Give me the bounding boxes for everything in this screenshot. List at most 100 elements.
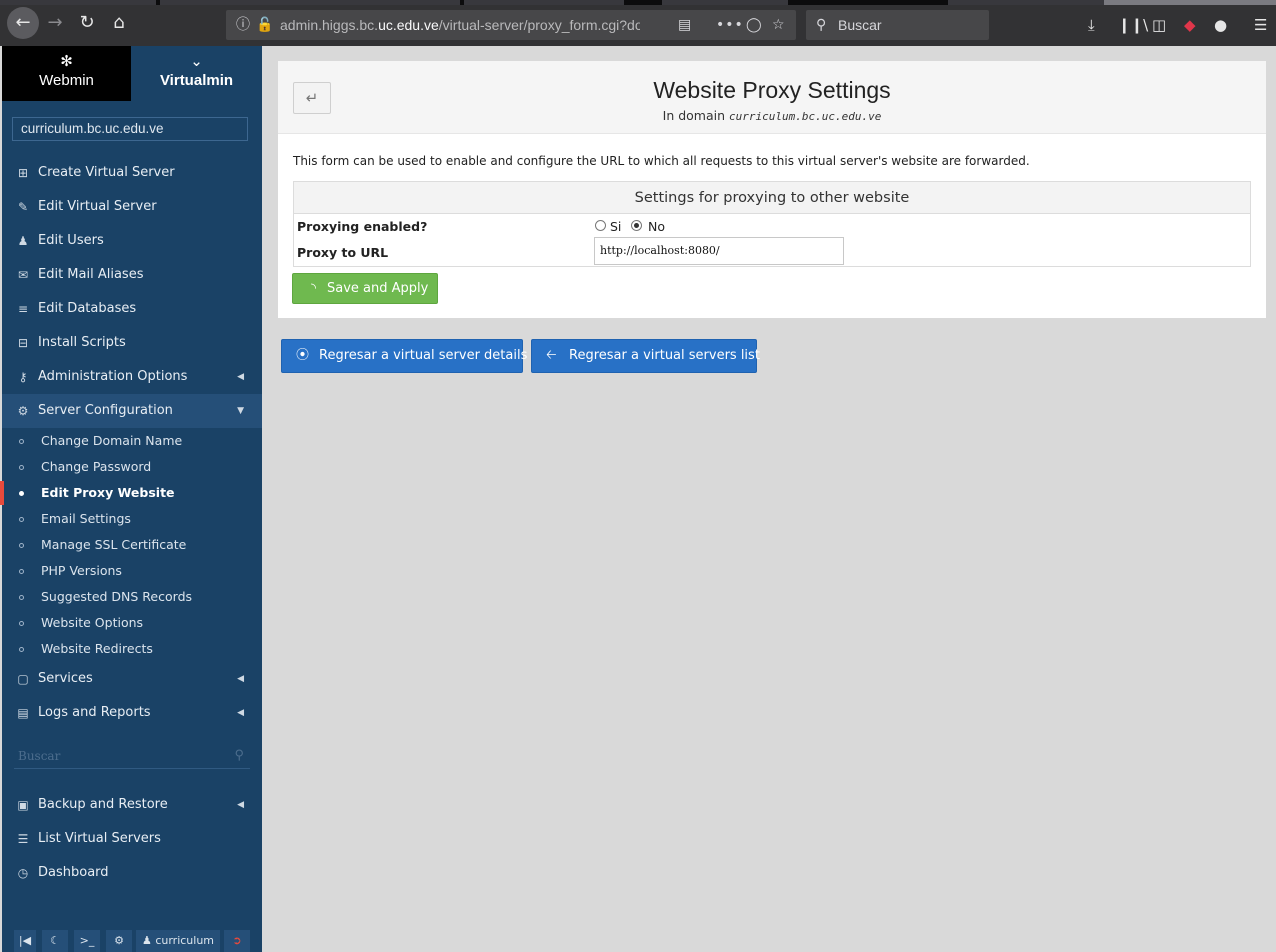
sidebar-subitem-email-settings[interactable]: Email Settings xyxy=(2,506,262,532)
tab-webmin[interactable]: ✻ Webmin xyxy=(2,46,131,101)
sidebar-item-label: Install Scripts xyxy=(38,335,126,350)
sidebar-subitem-change-password[interactable]: Change Password xyxy=(2,454,262,480)
forward-icon[interactable]: → xyxy=(42,10,68,36)
browser-tab[interactable] xyxy=(464,0,624,5)
shield-extension-icon[interactable]: ◆ xyxy=(1184,12,1196,38)
sidebar-item-dashboard[interactable]: ◷ Dashboard xyxy=(2,856,262,890)
save-and-apply-button[interactable]: ◝ Save and Apply xyxy=(292,273,438,304)
save-button-label: Save and Apply xyxy=(327,281,429,296)
proxy-enabled-no-radio[interactable] xyxy=(631,220,642,231)
sidebar-item-label: Administration Options xyxy=(38,369,188,384)
sidebar-search-placeholder: Buscar xyxy=(18,749,61,763)
sidebar-search-input[interactable]: Buscar ⚲ xyxy=(14,743,250,769)
tab-virtualmin[interactable]: ⌄ Virtualmin xyxy=(131,46,262,101)
terminal-icon[interactable]: >_ xyxy=(74,930,100,952)
proxy-url-label: Proxy to URL xyxy=(297,245,389,260)
return-details-label: Regresar a virtual server details xyxy=(319,348,528,363)
info-icon[interactable]: ⓘ xyxy=(236,10,250,40)
circle-arrow-left-icon: ⦿ xyxy=(296,348,310,363)
return-server-details-button[interactable]: ⦿ Regresar a virtual server details xyxy=(281,339,527,373)
subtitle-prefix: In domain xyxy=(662,108,726,123)
browser-tab-active[interactable] xyxy=(1104,0,1276,5)
page-header: ↵ Website Proxy Settings In domain curri… xyxy=(278,61,1266,134)
sidebar-footer: |◀ ☾ >_ ⚙ ♟ curriculum ➲ xyxy=(2,930,262,952)
sidebar-item-edit-databases[interactable]: ≡ Edit Databases xyxy=(2,292,262,326)
content-panel: ↵ Website Proxy Settings In domain curri… xyxy=(278,61,1266,318)
sidebar-subitem-label: Website Redirects xyxy=(41,641,153,656)
settings-icon[interactable]: ⚙ xyxy=(106,930,132,952)
more-actions-icon[interactable]: ••• xyxy=(716,10,744,40)
browser-tab[interactable] xyxy=(160,0,460,5)
edit-icon: ✎ xyxy=(17,200,29,214)
browser-tab[interactable] xyxy=(0,0,156,5)
sidebar-item-create-virtual-server[interactable]: ⊞ Create Virtual Server xyxy=(2,156,262,190)
caret-down-icon: ▼ xyxy=(237,406,244,416)
user-account-button[interactable]: ♟ curriculum xyxy=(136,930,220,952)
reader-view-icon[interactable]: ▤ xyxy=(678,10,691,40)
url-bar[interactable]: ⓘ 🔓 admin.higgs.bc.uc.edu.ve/virtual-ser… xyxy=(226,10,796,40)
reload-icon[interactable]: ↻ xyxy=(74,10,100,36)
sidebar-item-server-configuration[interactable]: ⚙ Server Configuration ▼ xyxy=(2,394,262,428)
downloads-icon[interactable]: ⤓ xyxy=(1088,12,1095,38)
sidebar-item-backup-and-restore[interactable]: ▣ Backup and Restore ◀ xyxy=(2,788,262,822)
sidebar-subitem-website-options[interactable]: Website Options xyxy=(2,610,262,636)
browser-tab[interactable] xyxy=(948,0,1104,5)
sidebar-item-label: Logs and Reports xyxy=(38,705,151,720)
sidebar-item-services[interactable]: ▢ Services ◀ xyxy=(2,662,262,696)
url-text[interactable]: admin.higgs.bc.uc.edu.ve/virtual-server/… xyxy=(280,10,640,40)
pocket-icon[interactable]: ◯ xyxy=(746,10,762,40)
sidebar-item-label: Edit Users xyxy=(38,233,104,248)
sidebar-item-label: List Virtual Servers xyxy=(38,831,161,846)
sidebar: ✻ Webmin ⌄ Virtualmin curriculum.bc.uc.e… xyxy=(2,46,262,952)
sidebar-item-logs-and-reports[interactable]: ▤ Logs and Reports ◀ xyxy=(2,696,262,730)
proxy-enabled-yes-radio[interactable] xyxy=(595,220,606,231)
browser-tab[interactable] xyxy=(662,0,788,5)
browser-search-input[interactable]: ⚲ Buscar xyxy=(806,10,989,40)
domain-select[interactable]: curriculum.bc.uc.edu.ve xyxy=(12,117,248,141)
page-subtitle: In domain curriculum.bc.uc.edu.ve xyxy=(278,108,1266,123)
proxy-enabled-label: Proxying enabled? xyxy=(297,219,428,234)
page-title: Website Proxy Settings xyxy=(653,77,891,103)
sidebar-item-list-virtual-servers[interactable]: ☰ List Virtual Servers xyxy=(2,822,262,856)
save-icon: ▣ xyxy=(17,798,29,812)
sidebar-subitem-website-redirects[interactable]: Website Redirects xyxy=(2,636,262,662)
settings-table: Settings for proxying to other website P… xyxy=(293,181,1251,267)
insecure-lock-icon[interactable]: 🔓 xyxy=(256,10,273,40)
sidebar-item-administration-options[interactable]: ⚷ Administration Options ◀ xyxy=(2,360,262,394)
user-icon: ♟ xyxy=(141,934,152,947)
sidebar-item-edit-mail-aliases[interactable]: ✉ Edit Mail Aliases xyxy=(2,258,262,292)
search-icon[interactable]: ⚲ xyxy=(234,743,244,769)
menu-icon[interactable]: ☰ xyxy=(1254,12,1267,38)
logout-icon[interactable]: ➲ xyxy=(224,930,250,952)
sidebar-item-edit-users[interactable]: ♟ Edit Users xyxy=(2,224,262,258)
tab-strip xyxy=(0,0,1276,5)
database-icon: ≡ xyxy=(17,302,29,316)
caret-left-icon: ◀ xyxy=(237,708,244,718)
puzzle-icon: ▢ xyxy=(17,672,29,686)
back-icon[interactable]: ← xyxy=(7,7,39,39)
sidebar-subitem-edit-proxy-website[interactable]: Edit Proxy Website xyxy=(2,480,262,506)
sidebar-subitem-label: Suggested DNS Records xyxy=(41,589,193,604)
active-item-marker xyxy=(0,481,4,505)
proxy-enabled-yes-label[interactable]: Si xyxy=(610,219,621,234)
sidebar-item-install-scripts[interactable]: ⊟ Install Scripts xyxy=(2,326,262,360)
browser-toolbar: ← → ↻ ⌂ ⓘ 🔓 admin.higgs.bc.uc.edu.ve/vir… xyxy=(0,0,1276,46)
sidebar-item-edit-virtual-server[interactable]: ✎ Edit Virtual Server xyxy=(2,190,262,224)
sidebar-item-label: Edit Mail Aliases xyxy=(38,267,144,282)
sidebar-subitem-suggested-dns-records[interactable]: Suggested DNS Records xyxy=(2,584,262,610)
home-icon[interactable]: ⌂ xyxy=(106,10,132,36)
sidebar-toggle-icon[interactable]: ◫ xyxy=(1152,12,1166,38)
proxy-url-input[interactable]: http://localhost:8080/ xyxy=(594,237,844,265)
sidebar-subitem-php-versions[interactable]: PHP Versions xyxy=(2,558,262,584)
sidebar-subitem-manage-ssl-certificate[interactable]: Manage SSL Certificate xyxy=(2,532,262,558)
extension-icon[interactable]: ● xyxy=(1214,12,1227,38)
night-mode-icon[interactable]: ☾ xyxy=(42,930,68,952)
collapse-sidebar-icon[interactable]: |◀ xyxy=(14,930,36,952)
return-servers-list-button[interactable]: 🡠 Regresar a virtual servers list xyxy=(531,339,760,373)
intro-text: This form can be used to enable and conf… xyxy=(293,154,1030,168)
proxy-enabled-no-label[interactable]: No xyxy=(648,219,665,234)
bookmark-star-icon[interactable]: ☆ xyxy=(772,10,785,40)
library-icon[interactable]: ❙❙\ xyxy=(1118,12,1148,38)
sidebar-subitem-change-domain-name[interactable]: Change Domain Name xyxy=(2,428,262,454)
subtitle-domain: curriculum.bc.uc.edu.ve xyxy=(729,110,882,123)
